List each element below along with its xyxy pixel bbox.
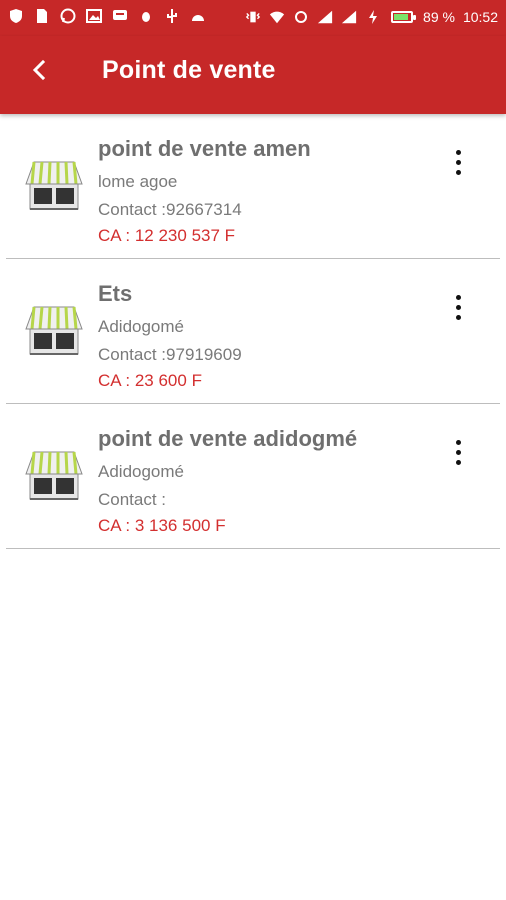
signal-icon [341,9,357,25]
store-list-item[interactable]: Ets Adidogomé Contact :97919609 CA : 23 … [6,259,500,404]
more-options-button[interactable] [446,289,470,325]
data-icon [293,9,309,25]
store-address: lome agoe [98,172,178,191]
store-ca: CA : 3 136 500 F [98,516,226,535]
back-button[interactable] [20,52,60,92]
status-icons-right: 89 % 10:52 [245,8,498,26]
store-ca: CA : 23 600 F [98,371,202,390]
more-options-button[interactable] [446,434,470,470]
app-bar: Point de vente [0,36,506,114]
store-contact: Contact : [98,490,167,509]
bug-icon [138,8,154,24]
battery-fill [394,14,409,20]
battery-percent: 89 % [423,9,455,25]
battery-level [391,11,417,23]
battery-icon [389,9,417,25]
more-options-button[interactable] [446,144,470,180]
whatsapp-icon [60,8,76,24]
store-icon [22,154,86,214]
wifi-icon [269,9,285,25]
store-icon [22,299,86,359]
more-dot [455,169,461,175]
back-arrow-icon [29,59,51,86]
store-list: point de vente amen lome agoe Contact :9… [0,114,506,549]
more-dot [455,459,461,465]
store-contact: Contact :92667314 [98,200,242,219]
more-dot [455,304,461,310]
more-dot [455,149,461,155]
file-icon [34,8,50,24]
store-icon [22,444,86,504]
more-dot [455,159,461,165]
store-name: point de vente amen [98,136,311,161]
shield-icon [8,8,24,24]
message-icon [112,8,128,24]
store-list-item[interactable]: point de vente amen lome agoe Contact :9… [6,114,500,259]
status-icons-left [8,8,206,24]
more-dot [455,449,461,455]
store-name: Ets [98,281,133,306]
store-ca: CA : 12 230 537 F [98,226,236,245]
store-list-item[interactable]: point de vente adidogmé Adidogomé Contac… [6,404,500,549]
store-contact: Contact :97919609 [98,345,242,364]
image-icon [86,8,102,24]
status-bar: 89 % 10:52 [0,0,506,36]
usb-icon [164,8,180,24]
more-dot [455,439,461,445]
vibrate-icon [245,9,261,25]
store-address: Adidogomé [98,317,185,336]
more-dot [455,314,461,320]
store-name: point de vente adidogmé [98,426,358,451]
charging-icon [365,9,381,25]
store-address: Adidogomé [98,462,185,481]
page-title: Point de vente [102,56,276,84]
signal-icon [317,9,333,25]
android-icon [190,8,206,24]
clock-time: 10:52 [462,9,498,25]
more-dot [455,294,461,300]
